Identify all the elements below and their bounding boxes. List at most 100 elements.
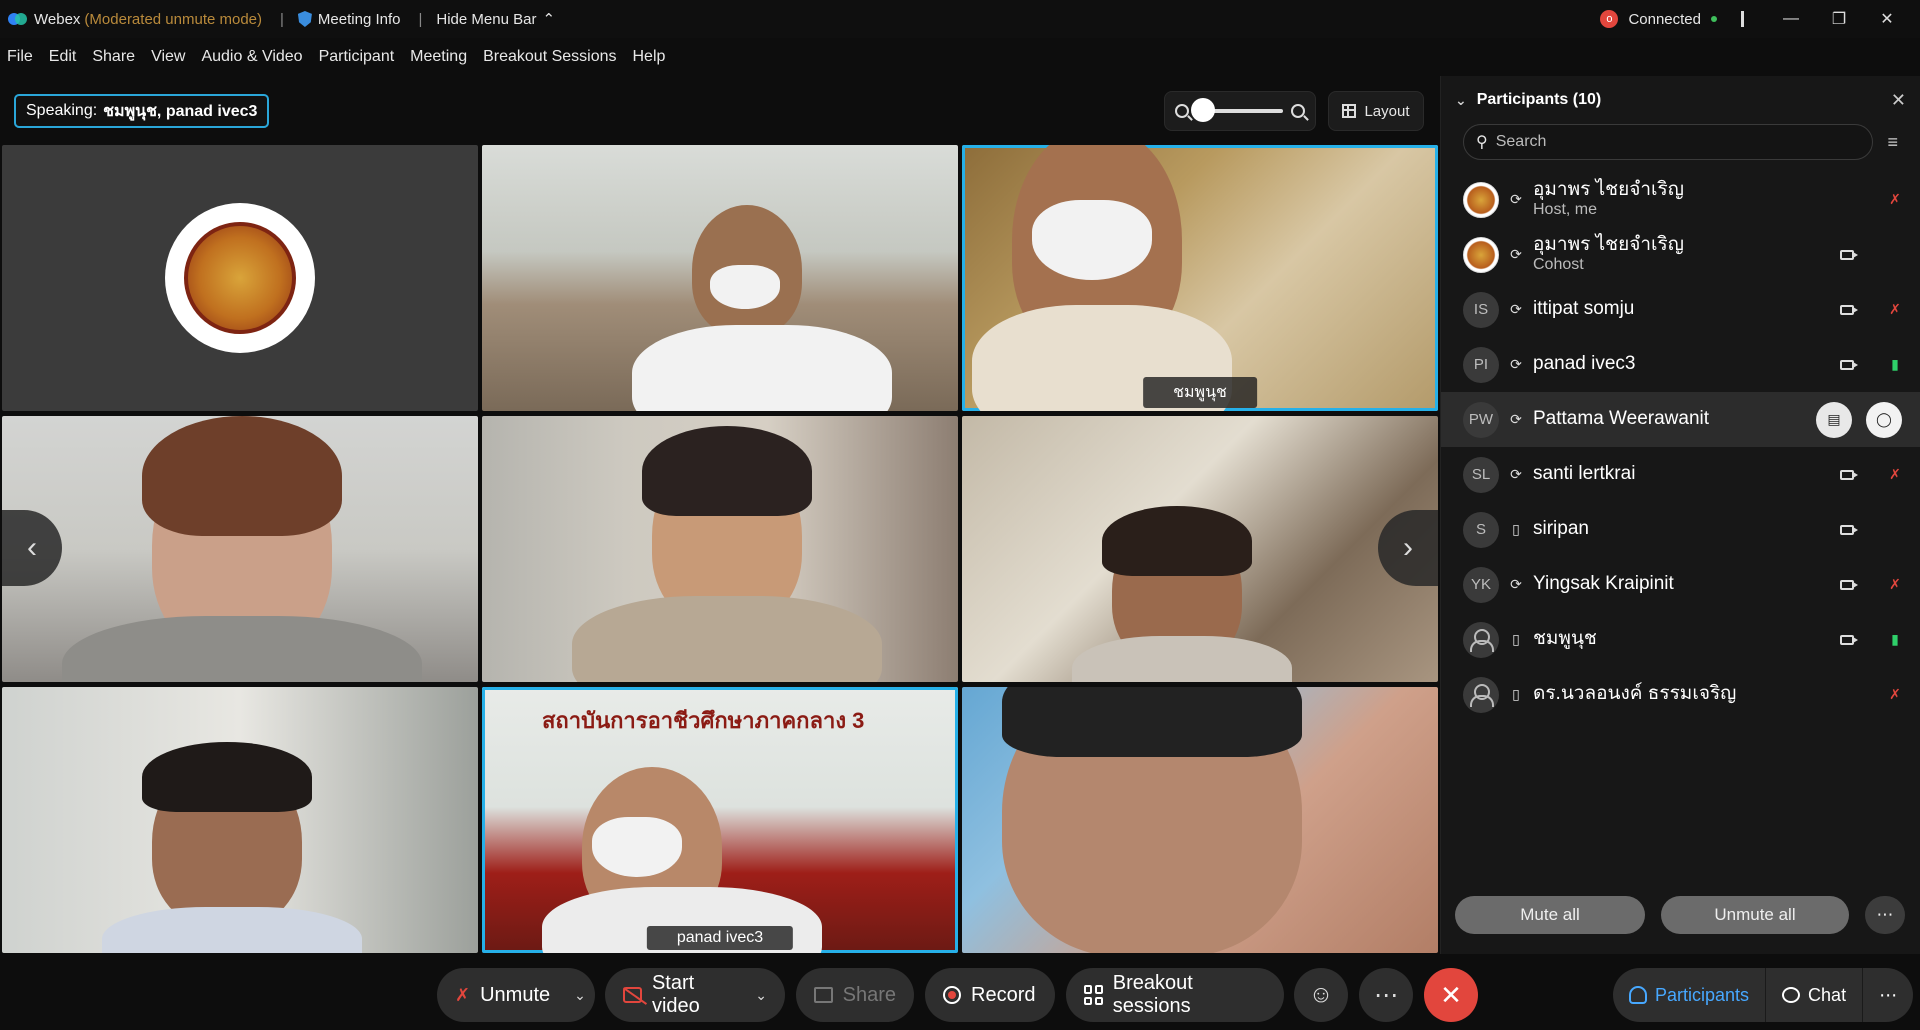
video-tile-9[interactable] xyxy=(962,687,1438,953)
headset-icon: ⟳ xyxy=(1510,246,1522,262)
breakout-sessions-button[interactable]: Breakout sessions xyxy=(1066,968,1284,1022)
participant-hair xyxy=(142,742,312,812)
participant-row[interactable]: ▯ ดร.นวลอนงค์ ธรรมเจริญ ✗ xyxy=(1441,667,1920,722)
participant-mask xyxy=(710,265,780,309)
grid-layout-icon xyxy=(1342,104,1357,118)
search-row: ⚲ ≡ xyxy=(1441,124,1920,160)
video-tile-5[interactable] xyxy=(482,416,958,682)
menu-participant[interactable]: Participant xyxy=(319,48,395,66)
zoom-in-icon[interactable] xyxy=(1291,104,1305,118)
mute-all-button[interactable]: Mute all xyxy=(1455,896,1645,934)
close-panel-icon[interactable]: ✕ xyxy=(1891,90,1906,111)
participant-hair xyxy=(1002,687,1302,757)
participant-name: อุมาพร ไชยจำเริญ xyxy=(1533,179,1684,201)
close-window-icon[interactable]: ✕ xyxy=(1868,9,1906,29)
zoom-slider[interactable] xyxy=(1191,98,1283,122)
menu-breakout-sessions[interactable]: Breakout Sessions xyxy=(483,48,616,66)
participant-row[interactable]: ⟳ อุมาพร ไชยจำเริญ Host, me ✗ xyxy=(1441,172,1920,227)
menu-help[interactable]: Help xyxy=(633,48,666,66)
chat-toggle-button[interactable]: Chat xyxy=(1766,968,1864,1022)
more-panels-button[interactable]: ⋯ xyxy=(1863,968,1913,1022)
camera-icon xyxy=(1840,469,1858,480)
mic-muted-icon: ✗ xyxy=(455,984,471,1005)
moderated-mode-label: (Moderated unmute mode) xyxy=(84,10,263,28)
breakout-label: Breakout sessions xyxy=(1112,972,1193,1017)
participant-row[interactable]: S ▯ siripan xyxy=(1441,502,1920,557)
menu-edit[interactable]: Edit xyxy=(49,48,77,66)
layout-button[interactable]: Layout xyxy=(1328,91,1424,131)
participant-row[interactable]: SL ⟳ santi lertkrai ✗ xyxy=(1441,447,1920,502)
end-meeting-button[interactable]: ✕ xyxy=(1424,968,1478,1022)
video-tile-1[interactable] xyxy=(2,145,478,411)
restore-icon[interactable]: ❐ xyxy=(1820,9,1858,29)
meeting-info-button[interactable]: Meeting Info xyxy=(297,10,401,28)
meeting-controls-bar: ✗ Unmute ⌄ Start video ⌄ Share Record Br… xyxy=(0,956,1920,1030)
meeting-info-label: Meeting Info xyxy=(317,10,401,28)
unmute-all-button[interactable]: Unmute all xyxy=(1661,896,1849,934)
menu-audio-video[interactable]: Audio & Video xyxy=(201,48,302,66)
participant-card-button[interactable]: ▤ xyxy=(1816,401,1852,438)
menu-file[interactable]: File xyxy=(7,48,33,66)
reactions-button[interactable]: ☺ xyxy=(1294,968,1348,1022)
record-button[interactable]: Record xyxy=(925,968,1055,1022)
participants-panel-header: ⌄ Participants (10) ✕ xyxy=(1441,76,1920,124)
video-tile-8[interactable]: สถาบันการอาชีวศึกษาภาคกลาง 3 panad ivec3 xyxy=(482,687,958,953)
participant-row[interactable]: ⟳ อุมาพร ไชยจำเริญ Cohost xyxy=(1441,227,1920,282)
zoom-out-icon[interactable] xyxy=(1175,104,1189,118)
video-tile-6[interactable] xyxy=(962,416,1438,682)
video-tile-3[interactable]: ชมพูนุช xyxy=(962,145,1438,411)
divider: | xyxy=(280,10,284,28)
zoom-slider-thumb[interactable] xyxy=(1191,98,1215,122)
participant-row[interactable]: IS ⟳ ittipat somju ✗ xyxy=(1441,282,1920,337)
participants-toggle-label: Participants xyxy=(1655,984,1750,1005)
menu-share[interactable]: Share xyxy=(92,48,135,66)
participant-row[interactable]: PI ⟳ panad ivec3 ▮ xyxy=(1441,337,1920,392)
mic-muted-icon[interactable]: ✗ xyxy=(1888,466,1902,483)
mic-active-icon[interactable]: ▮ xyxy=(1888,356,1902,373)
menu-view[interactable]: View xyxy=(151,48,185,66)
participant-row[interactable]: YK ⟳ Yingsak Kraipinit ✗ xyxy=(1441,557,1920,612)
video-tile-4[interactable] xyxy=(2,416,478,682)
video-tile-2[interactable] xyxy=(482,145,958,411)
institution-seal-logo xyxy=(165,203,315,353)
hide-menu-bar-button[interactable]: Hide Menu Bar ⌃ xyxy=(436,10,555,29)
avatar xyxy=(1463,676,1499,713)
avatar xyxy=(1463,236,1499,273)
chevron-down-icon[interactable]: ⌄ xyxy=(574,987,586,1004)
chevron-down-icon[interactable]: ⌄ xyxy=(755,987,767,1004)
panel-toggle-group: Participants Chat ⋯ xyxy=(1613,968,1914,1022)
share-button[interactable]: Share xyxy=(796,968,914,1022)
collapse-chevron-icon[interactable]: ⌄ xyxy=(1455,92,1467,109)
more-controls-button[interactable]: ⋯ xyxy=(1359,968,1413,1022)
mic-muted-icon[interactable]: ✗ xyxy=(1888,686,1902,703)
app-name: Webex xyxy=(34,10,81,28)
phone-icon: ▯ xyxy=(1512,686,1520,702)
participant-name: ittipat somju xyxy=(1533,298,1635,320)
headset-icon: ⟳ xyxy=(1510,191,1522,207)
tile-banner-text: สถาบันการอาชีวศึกษาภาคกลาง 3 xyxy=(542,708,865,733)
participant-name: siripan xyxy=(1533,518,1589,540)
participant-row[interactable]: PW ⟳ Pattama Weerawanit ▤ ◯ xyxy=(1441,392,1920,447)
menu-meeting[interactable]: Meeting xyxy=(410,48,467,66)
more-options-button[interactable]: ⋯ xyxy=(1865,896,1905,934)
mic-muted-icon[interactable]: ✗ xyxy=(1888,576,1902,593)
headset-icon: ⟳ xyxy=(1510,576,1522,592)
minimize-icon[interactable]: — xyxy=(1772,10,1810,28)
recording-indicator-icon: o xyxy=(1600,10,1619,28)
start-video-button[interactable]: Start video ⌄ xyxy=(605,968,785,1022)
chevron-left-icon: ‹ xyxy=(27,531,37,564)
video-tile-7[interactable] xyxy=(2,687,478,953)
participant-name: Pattama Weerawanit xyxy=(1533,408,1710,430)
participant-shirt xyxy=(62,616,422,682)
sort-list-icon[interactable]: ≡ xyxy=(1887,132,1898,153)
unmute-button[interactable]: ✗ Unmute ⌄ xyxy=(437,968,595,1022)
participants-toggle-button[interactable]: Participants xyxy=(1613,968,1767,1022)
mic-muted-icon[interactable]: ✗ xyxy=(1888,191,1902,208)
mic-muted-icon[interactable]: ✗ xyxy=(1888,301,1902,318)
mic-active-icon[interactable]: ▮ xyxy=(1888,631,1902,648)
participant-row[interactable]: ▯ ชมพูนุช ▮ xyxy=(1441,612,1920,667)
connection-status: Connected xyxy=(1628,10,1701,28)
participant-mask xyxy=(592,817,682,877)
chat-bubble-button[interactable]: ◯ xyxy=(1866,401,1902,438)
search-input[interactable] xyxy=(1495,133,1861,151)
